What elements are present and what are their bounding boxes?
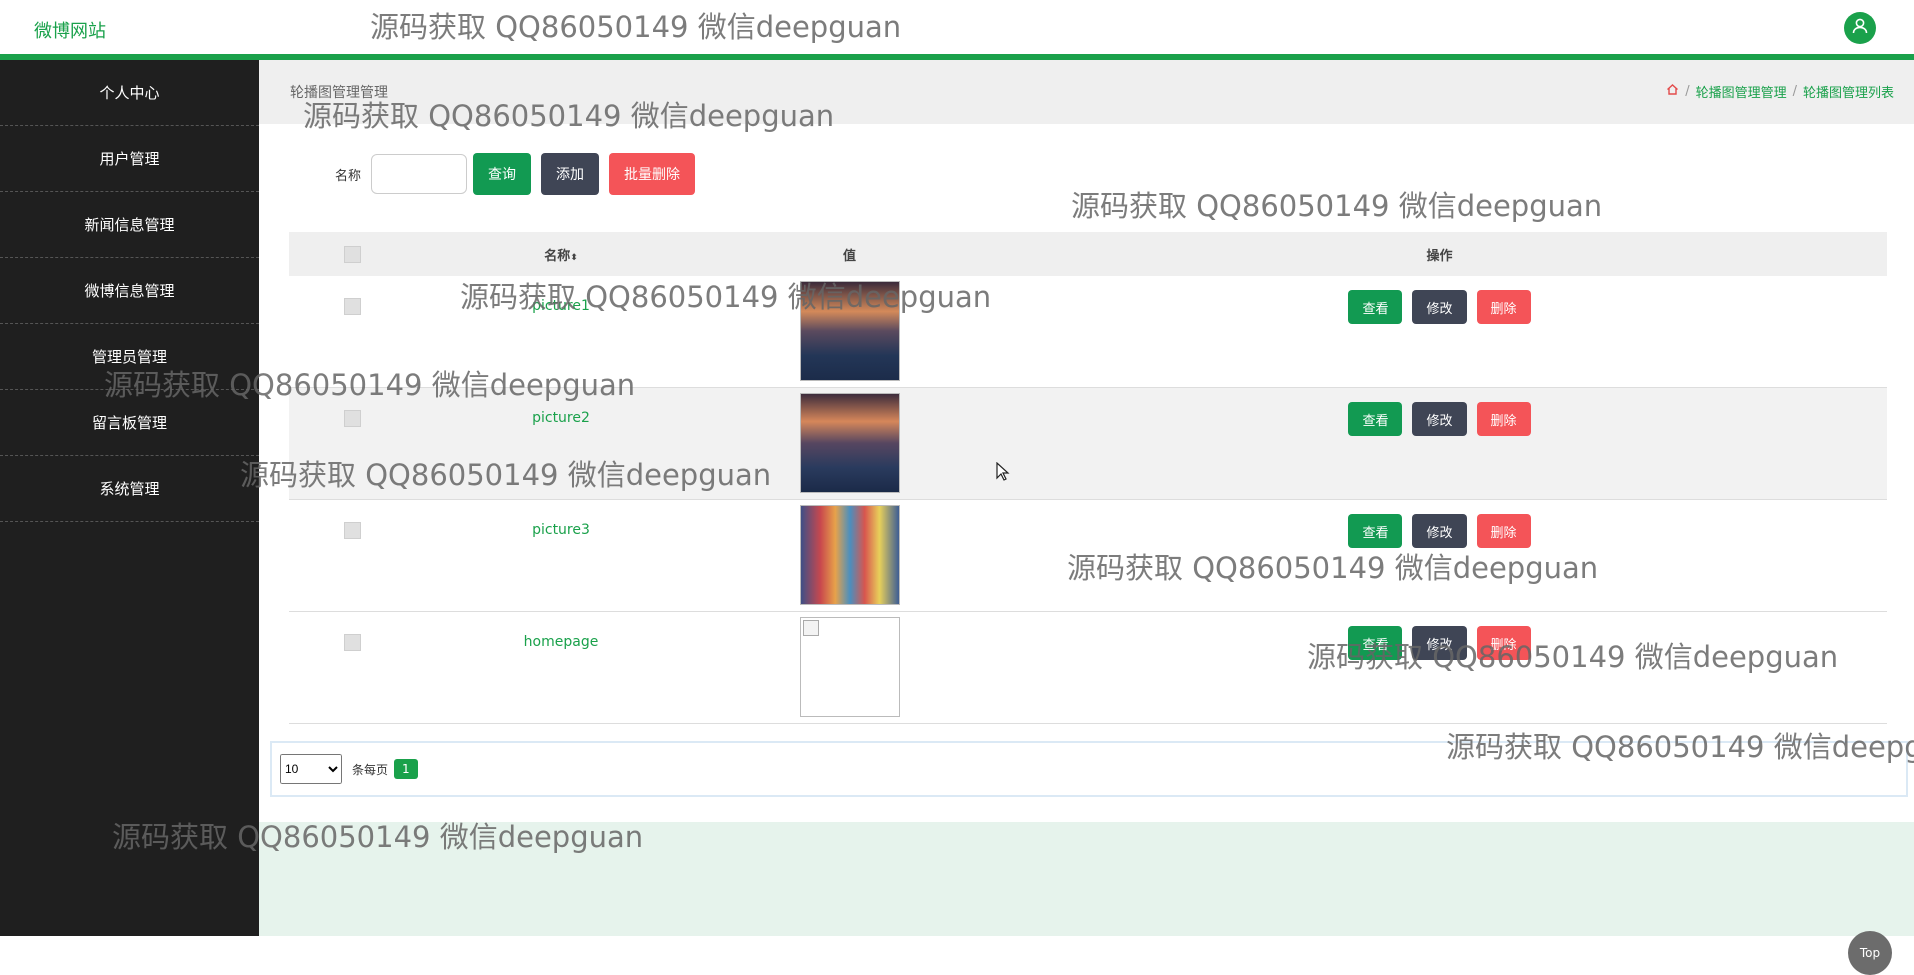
sidebar-item-weibo[interactable]: 微博信息管理 <box>0 258 259 324</box>
batch-delete-button[interactable]: 批量删除 <box>609 153 696 195</box>
breadcrumb-separator: / <box>1792 84 1797 99</box>
header-value: 值 <box>842 248 856 264</box>
mouse-pointer-icon <box>996 461 1010 486</box>
view-button[interactable]: 查看 <box>1348 290 1403 324</box>
search-bar: 名称 查询 添加 批量删除 <box>335 153 705 195</box>
per-page-label: 条每页 <box>352 762 389 777</box>
sidebar-item-system[interactable]: 系统管理 <box>0 456 259 522</box>
back-to-top-button[interactable]: Top <box>1848 931 1892 975</box>
thumbnail-image <box>799 281 900 381</box>
table-row: picture1 查看 修改 删除 <box>289 276 1887 388</box>
edit-button[interactable]: 修改 <box>1412 514 1467 548</box>
edit-button[interactable]: 修改 <box>1412 290 1467 324</box>
footer-area <box>259 822 1914 936</box>
sidebar: 个人中心 用户管理 新闻信息管理 微博信息管理 管理员管理 留言板管理 系统管理 <box>0 60 259 936</box>
user-icon <box>1851 17 1869 39</box>
sidebar-item-profile[interactable]: 个人中心 <box>0 60 259 126</box>
sidebar-item-label: 管理员管理 <box>91 348 167 366</box>
table-row: picture2 查看 修改 删除 <box>289 388 1887 500</box>
broken-image-icon <box>802 620 819 636</box>
select-all-checkbox[interactable] <box>343 245 361 263</box>
edit-button[interactable]: 修改 <box>1412 626 1467 660</box>
sidebar-item-news[interactable]: 新闻信息管理 <box>0 192 259 258</box>
view-button[interactable]: 查看 <box>1348 626 1403 660</box>
sidebar-item-label: 微博信息管理 <box>84 282 175 300</box>
site-brand[interactable]: 微博网站 <box>34 17 106 43</box>
edit-button[interactable]: 修改 <box>1412 402 1467 436</box>
header-name[interactable]: 名称⬍ <box>415 245 707 264</box>
table-header: 名称⬍ 值 操作 <box>289 232 1887 276</box>
top-header: 微博网站 <box>0 0 1914 60</box>
sidebar-item-admins[interactable]: 管理员管理 <box>0 324 259 390</box>
sidebar-item-label: 留言板管理 <box>91 414 167 432</box>
breadcrumb-separator: / <box>1685 84 1690 99</box>
delete-button[interactable]: 删除 <box>1476 514 1531 548</box>
sidebar-item-label: 个人中心 <box>99 84 160 102</box>
delete-button[interactable]: 删除 <box>1476 402 1531 436</box>
sidebar-item-label: 用户管理 <box>99 150 160 168</box>
delete-button[interactable]: 删除 <box>1476 290 1531 324</box>
search-input[interactable] <box>371 154 468 194</box>
sidebar-item-users[interactable]: 用户管理 <box>0 126 259 192</box>
home-icon[interactable] <box>1666 83 1679 100</box>
page-title: 轮播图管理管理 <box>290 85 388 101</box>
breadcrumb-item[interactable]: 轮播图管理管理 <box>1696 82 1787 101</box>
table-row: homepage 查看 修改 删除 <box>289 612 1887 724</box>
main-content: 轮播图管理管理 / 轮播图管理管理 / 轮播图管理列表 名称 查询 添加 批量删… <box>259 60 1914 975</box>
header-ops: 操作 <box>1426 248 1453 264</box>
title-bar: 轮播图管理管理 / 轮播图管理管理 / 轮播图管理列表 <box>259 60 1914 124</box>
page-size-select[interactable]: 10 <box>280 754 342 784</box>
row-name: homepage <box>523 634 599 650</box>
sort-icon[interactable]: ⬍ <box>570 253 578 263</box>
broken-image <box>799 617 900 717</box>
search-label: 名称 <box>335 168 362 184</box>
view-button[interactable]: 查看 <box>1348 402 1403 436</box>
row-name: picture3 <box>532 522 590 538</box>
row-checkbox[interactable] <box>343 410 361 427</box>
row-name: picture2 <box>532 410 590 426</box>
carousel-table: 名称⬍ 值 操作 picture1 查看 修改 删除 picture2 查看 修… <box>289 232 1887 724</box>
row-name: picture1 <box>532 298 590 314</box>
thumbnail-image <box>799 393 900 493</box>
row-checkbox[interactable] <box>343 522 361 539</box>
table-row: picture3 查看 修改 删除 <box>289 500 1887 612</box>
page-number-button[interactable]: 1 <box>394 759 418 779</box>
sidebar-item-messages[interactable]: 留言板管理 <box>0 390 259 456</box>
sidebar-item-label: 系统管理 <box>99 480 160 498</box>
user-avatar[interactable] <box>1844 12 1876 44</box>
thumbnail-image <box>799 505 900 605</box>
row-checkbox[interactable] <box>343 634 361 651</box>
view-button[interactable]: 查看 <box>1348 514 1403 548</box>
query-button[interactable]: 查询 <box>473 153 532 195</box>
breadcrumb-item[interactable]: 轮播图管理列表 <box>1803 82 1894 101</box>
add-button[interactable]: 添加 <box>541 153 600 195</box>
sidebar-item-label: 新闻信息管理 <box>84 216 175 234</box>
pagination: 10 条每页 1 <box>270 741 1908 797</box>
row-checkbox[interactable] <box>343 298 361 315</box>
breadcrumb: / 轮播图管理管理 / 轮播图管理列表 <box>1666 82 1894 101</box>
delete-button[interactable]: 删除 <box>1476 626 1531 660</box>
